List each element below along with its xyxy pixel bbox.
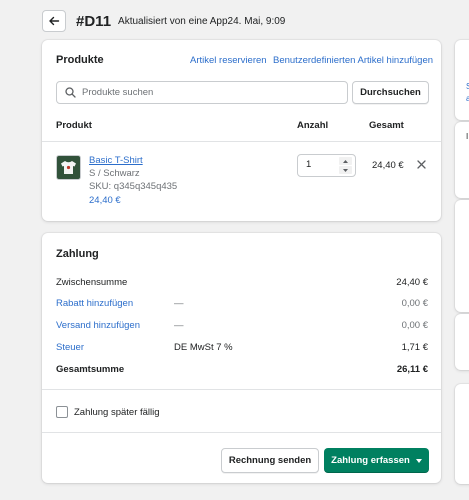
- increment-button[interactable]: [339, 157, 352, 165]
- caret-up-icon: [343, 159, 348, 163]
- tshirt-icon: [61, 161, 76, 174]
- payment-card: Zahlung Zwischensumme 24,40 € Rabatt hin…: [42, 233, 441, 483]
- caret-down-icon: [343, 168, 348, 172]
- quantity-stepper[interactable]: [297, 154, 356, 177]
- side-card-1: S a: [455, 40, 469, 120]
- add-shipping-link[interactable]: Versand hinzufügen: [56, 320, 140, 331]
- products-title: Produkte: [56, 54, 104, 66]
- stepper-controls: [339, 157, 352, 174]
- payment-footer-divider: [42, 432, 441, 433]
- remove-item-button[interactable]: [415, 158, 427, 170]
- close-icon: [416, 159, 426, 169]
- subtotal-label: Zwischensumme: [56, 277, 128, 288]
- discount-value: 0,00 €: [401, 298, 428, 309]
- product-name-link[interactable]: Basic T-Shirt: [89, 155, 143, 166]
- side-card-5: [455, 384, 469, 484]
- column-header-quantity: Anzahl: [297, 120, 329, 131]
- order-number: #D11: [76, 12, 112, 30]
- product-thumbnail: [56, 155, 81, 180]
- discount-detail: —: [174, 298, 184, 309]
- side-card-2-fragment: I: [466, 132, 469, 141]
- products-card: Produkte Artikel reservieren Benutzerdef…: [42, 40, 441, 221]
- order-updated-text: Aktualisiert von eine App24. Mai, 9:09: [118, 15, 286, 27]
- page-header: #D11 Aktualisiert von eine App24. Mai, 9…: [42, 10, 285, 32]
- line-total: 24,40 €: [372, 160, 404, 171]
- add-discount-link[interactable]: Rabatt hinzufügen: [56, 298, 133, 309]
- subtotal-value: 24,40 €: [396, 277, 428, 288]
- total-label: Gesamtsumme: [56, 364, 125, 375]
- pay-later-checkbox[interactable]: [56, 406, 68, 418]
- add-custom-item-link[interactable]: Benutzerdefinierten Artikel hinzufügen: [273, 55, 433, 66]
- payment-title: Zahlung: [56, 248, 99, 260]
- arrow-left-icon: [49, 16, 60, 26]
- column-header-total: Gesamt: [369, 120, 404, 131]
- capture-payment-button[interactable]: Zahlung erfassen: [324, 448, 429, 473]
- column-header-product: Produkt: [56, 120, 92, 131]
- reserve-items-link[interactable]: Artikel reservieren: [190, 55, 267, 66]
- product-variant: S / Schwarz: [89, 168, 140, 179]
- side-card-3: [455, 200, 469, 312]
- product-search-input[interactable]: [82, 87, 332, 98]
- quantity-input[interactable]: [306, 159, 336, 170]
- back-button[interactable]: [42, 10, 66, 32]
- tax-detail: DE MwSt 7 %: [174, 342, 233, 353]
- shipping-detail: —: [174, 320, 184, 331]
- total-value: 26,11 €: [396, 364, 428, 375]
- side-card-4: [455, 314, 469, 370]
- side-card-2: I: [455, 122, 469, 198]
- capture-payment-label: Zahlung erfassen: [331, 455, 410, 466]
- search-icon: [65, 87, 76, 98]
- send-invoice-button[interactable]: Rechnung senden: [221, 448, 319, 473]
- shipping-value: 0,00 €: [401, 320, 428, 331]
- payment-divider: [42, 389, 441, 390]
- table-divider: [42, 141, 441, 142]
- tax-value: 1,71 €: [401, 342, 428, 353]
- search-button[interactable]: Durchsuchen: [352, 81, 429, 104]
- tax-link[interactable]: Steuer: [56, 342, 84, 353]
- product-search-field[interactable]: [56, 81, 348, 104]
- decrement-button[interactable]: [339, 166, 352, 174]
- product-unit-price: 24,40 €: [89, 195, 121, 206]
- chevron-down-icon: [415, 458, 422, 463]
- product-sku: SKU: q345q345q435: [89, 181, 178, 192]
- pay-later-label: Zahlung später fällig: [74, 407, 160, 418]
